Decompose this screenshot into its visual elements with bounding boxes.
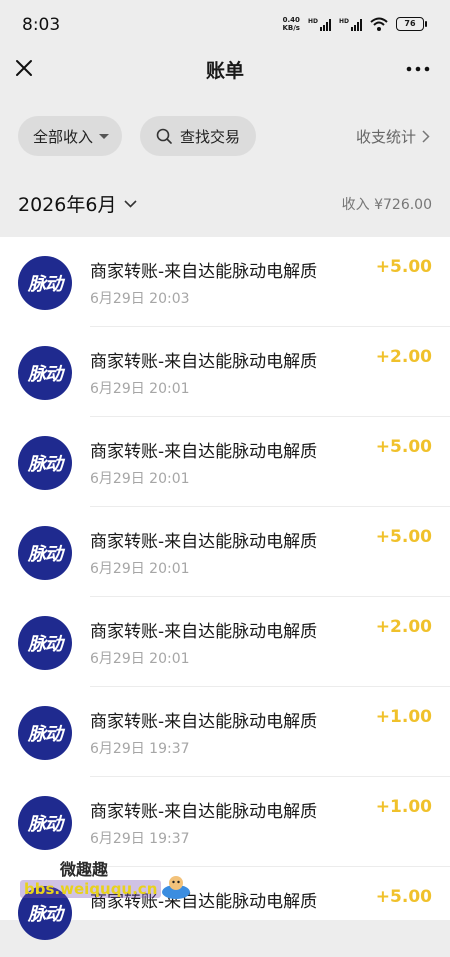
month-label: 2026年6月	[18, 194, 117, 216]
battery-icon: 76	[396, 17, 427, 31]
transaction-row[interactable]: 脉动 商家转账-来自达能脉动电解质 6月29日 20:01 +5.00	[0, 417, 450, 507]
transaction-title: 商家转账-来自达能脉动电解质	[90, 802, 318, 822]
cellular-signal-icon-2: HD	[339, 18, 362, 31]
transaction-time: 6月29日 19:37	[90, 741, 190, 757]
transaction-amount: +5.00	[375, 887, 432, 907]
status-time: 8:03	[22, 15, 61, 35]
transaction-title: 商家转账-来自达能脉动电解质	[90, 622, 318, 642]
merchant-logo: 脉动	[18, 346, 72, 400]
cellular-signal-icon: HD	[308, 18, 331, 31]
mascot-icon	[162, 876, 190, 899]
search-transactions-button[interactable]: 查找交易	[140, 116, 256, 156]
status-icons: 0.40 KB/s HD HD 76	[282, 16, 427, 32]
transaction-amount: +5.00	[375, 527, 432, 547]
title-bar: 账单	[0, 52, 450, 88]
status-bar: 8:03 0.40 KB/s HD HD 76	[0, 0, 450, 52]
transaction-time: 6月29日 20:01	[90, 561, 190, 577]
watermark-top-text: 微趣趣	[60, 860, 109, 879]
transaction-list: 脉动 商家转账-来自达能脉动电解质 6月29日 20:03 +5.00 脉动 商…	[0, 237, 450, 940]
dropdown-caret-icon	[99, 133, 110, 139]
transaction-time: 6月29日 20:03	[90, 291, 190, 307]
all-income-label: 全部收入	[33, 127, 94, 146]
chevron-right-icon	[422, 130, 430, 143]
transaction-row[interactable]: 脉动 商家转账-来自达能脉动电解质 6月29日 20:01 +2.00	[0, 597, 450, 687]
filter-bar: 全部收入 查找交易 收支统计	[0, 88, 450, 158]
merchant-logo: 脉动	[18, 706, 72, 760]
transaction-amount: +5.00	[375, 257, 432, 277]
transaction-amount: +5.00	[375, 437, 432, 457]
month-income-summary: 收入 ¥726.00	[341, 197, 432, 213]
transaction-title: 商家转账-来自达能脉动电解质	[90, 262, 318, 282]
transaction-time: 6月29日 20:01	[90, 651, 190, 667]
search-label: 查找交易	[180, 127, 241, 146]
stats-label: 收支统计	[355, 128, 416, 146]
transaction-amount: +2.00	[375, 617, 432, 637]
transaction-row[interactable]: 脉动 商家转账-来自达能脉动电解质 6月29日 19:37 +1.00	[0, 687, 450, 777]
transaction-title: 商家转账-来自达能脉动电解质	[90, 712, 318, 732]
network-speed: 0.40 KB/s	[282, 16, 300, 32]
transaction-time: 6月29日 20:01	[90, 381, 190, 397]
transaction-title: 商家转账-来自达能脉动电解质	[90, 532, 318, 552]
transaction-amount: +1.00	[375, 797, 432, 817]
watermark-url-text: bbs.weiququ.cn	[20, 880, 162, 898]
merchant-logo: 脉动	[18, 796, 72, 850]
month-picker[interactable]: 2026年6月	[18, 190, 138, 217]
transaction-amount: +1.00	[375, 707, 432, 727]
transaction-time: 6月29日 19:37	[90, 831, 190, 847]
transaction-time: 6月29日 20:01	[90, 471, 190, 487]
search-icon	[156, 128, 172, 144]
watermark: 微趣趣 bbs.weiququ.cn	[20, 850, 200, 910]
transaction-title: 商家转账-来自达能脉动电解质	[90, 442, 318, 462]
transaction-row[interactable]: 脉动 商家转账-来自达能脉动电解质 6月29日 20:03 +5.00	[0, 237, 450, 327]
merchant-logo: 脉动	[18, 436, 72, 490]
page-title: 账单	[205, 60, 244, 82]
transaction-amount: +2.00	[375, 347, 432, 367]
more-icon[interactable]	[406, 66, 430, 72]
chevron-down-icon	[124, 199, 138, 208]
merchant-logo: 脉动	[18, 616, 72, 670]
merchant-logo: 脉动	[18, 526, 72, 580]
income-stats-link[interactable]: 收支统计	[356, 126, 430, 147]
transaction-row[interactable]: 脉动 商家转账-来自达能脉动电解质 6月29日 20:01 +5.00	[0, 507, 450, 597]
transaction-row[interactable]: 脉动 商家转账-来自达能脉动电解质 6月29日 20:01 +2.00	[0, 327, 450, 417]
wifi-icon	[370, 17, 388, 31]
all-income-filter-button[interactable]: 全部收入	[18, 116, 122, 156]
transaction-title: 商家转账-来自达能脉动电解质	[90, 352, 318, 372]
merchant-logo: 脉动	[18, 256, 72, 310]
